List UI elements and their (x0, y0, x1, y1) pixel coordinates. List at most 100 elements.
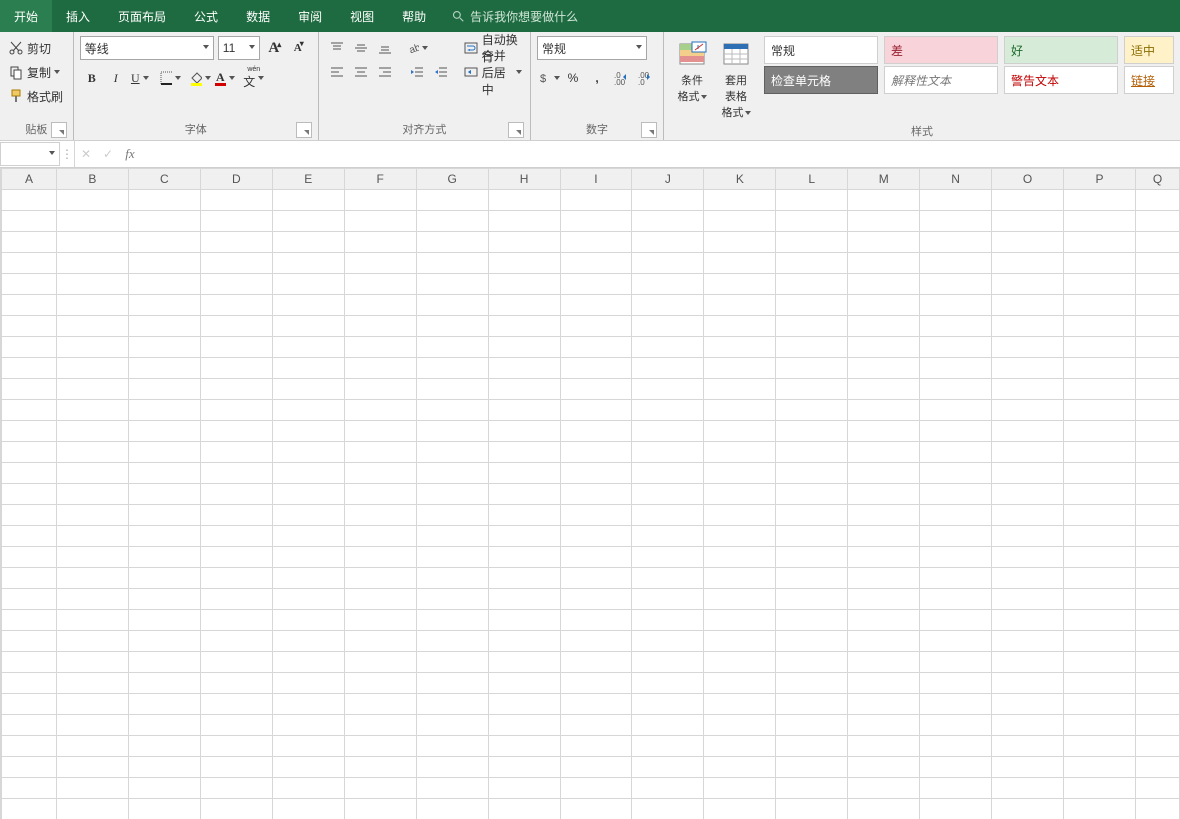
cell[interactable] (416, 379, 488, 400)
cell[interactable] (848, 232, 920, 253)
cell[interactable] (344, 736, 416, 757)
cell[interactable] (1064, 421, 1136, 442)
cell[interactable] (992, 652, 1064, 673)
cell[interactable] (200, 568, 272, 589)
cell[interactable] (992, 484, 1064, 505)
cell[interactable] (200, 736, 272, 757)
cell[interactable] (200, 316, 272, 337)
cell[interactable] (704, 526, 776, 547)
cell[interactable] (992, 190, 1064, 211)
cell[interactable] (704, 505, 776, 526)
cell[interactable] (488, 442, 560, 463)
cell[interactable] (1135, 190, 1179, 211)
cell[interactable] (560, 190, 632, 211)
cell[interactable] (704, 295, 776, 316)
cell[interactable] (920, 799, 992, 819)
cell[interactable] (560, 379, 632, 400)
column-header-C[interactable]: C (128, 169, 200, 190)
cell[interactable] (704, 484, 776, 505)
cell[interactable] (1135, 715, 1179, 736)
cell[interactable] (488, 316, 560, 337)
decrease-indent-button[interactable] (406, 61, 428, 83)
cell[interactable] (704, 715, 776, 736)
cell[interactable] (920, 589, 992, 610)
cell-style-link[interactable]: 链接 (1124, 66, 1174, 94)
cell[interactable] (848, 358, 920, 379)
cell[interactable] (488, 337, 560, 358)
cell[interactable] (272, 442, 344, 463)
cell[interactable] (920, 253, 992, 274)
cell[interactable] (776, 505, 848, 526)
cell[interactable] (2, 232, 57, 253)
tab-审阅[interactable]: 审阅 (284, 0, 336, 32)
number-format-select[interactable]: 常规 (537, 36, 647, 60)
cell[interactable] (992, 358, 1064, 379)
tell-me-search[interactable]: 告诉我你想要做什么 (440, 0, 578, 32)
cell[interactable] (56, 631, 128, 652)
cell[interactable] (416, 652, 488, 673)
cell[interactable] (848, 274, 920, 295)
cell[interactable] (776, 694, 848, 715)
column-header-E[interactable]: E (272, 169, 344, 190)
cell[interactable] (128, 316, 200, 337)
cell[interactable] (56, 379, 128, 400)
cell[interactable] (200, 400, 272, 421)
cell[interactable] (416, 610, 488, 631)
cell[interactable] (200, 589, 272, 610)
cell[interactable] (704, 253, 776, 274)
cell[interactable] (560, 253, 632, 274)
cell[interactable] (128, 589, 200, 610)
cell[interactable] (1064, 211, 1136, 232)
cell[interactable] (992, 757, 1064, 778)
cell[interactable] (128, 505, 200, 526)
cell[interactable] (848, 778, 920, 799)
cell[interactable] (560, 295, 632, 316)
cell[interactable] (704, 274, 776, 295)
cell[interactable] (560, 505, 632, 526)
cell[interactable] (56, 736, 128, 757)
cell[interactable] (1064, 337, 1136, 358)
cell[interactable] (272, 589, 344, 610)
cell[interactable] (2, 295, 57, 316)
cell[interactable] (272, 673, 344, 694)
cell[interactable] (2, 253, 57, 274)
cell[interactable] (344, 484, 416, 505)
cell[interactable] (920, 778, 992, 799)
cell[interactable] (632, 337, 704, 358)
cell[interactable] (56, 673, 128, 694)
cell[interactable] (344, 358, 416, 379)
cell[interactable] (344, 799, 416, 819)
cell[interactable] (344, 295, 416, 316)
cell[interactable] (488, 631, 560, 652)
cell[interactable] (560, 400, 632, 421)
cell[interactable] (272, 778, 344, 799)
cell[interactable] (344, 190, 416, 211)
cell[interactable] (776, 610, 848, 631)
cell[interactable] (632, 568, 704, 589)
cell[interactable] (2, 463, 57, 484)
cell[interactable] (200, 232, 272, 253)
cell[interactable] (1064, 736, 1136, 757)
cell[interactable] (920, 379, 992, 400)
cell[interactable] (920, 526, 992, 547)
cell-style-warning[interactable]: 警告文本 (1004, 66, 1118, 94)
cell[interactable] (200, 547, 272, 568)
cell[interactable] (704, 190, 776, 211)
cell[interactable] (2, 673, 57, 694)
cell[interactable] (848, 526, 920, 547)
cell[interactable] (1135, 757, 1179, 778)
cell[interactable] (128, 799, 200, 819)
column-header-N[interactable]: N (920, 169, 992, 190)
cell[interactable] (560, 316, 632, 337)
cell[interactable] (920, 736, 992, 757)
cell[interactable] (344, 442, 416, 463)
cell[interactable] (704, 736, 776, 757)
cell[interactable] (848, 253, 920, 274)
cell[interactable] (1064, 673, 1136, 694)
cell[interactable] (560, 673, 632, 694)
cell[interactable] (272, 757, 344, 778)
cell[interactable] (2, 526, 57, 547)
cell[interactable] (2, 316, 57, 337)
cell[interactable] (488, 400, 560, 421)
cell[interactable] (1064, 694, 1136, 715)
